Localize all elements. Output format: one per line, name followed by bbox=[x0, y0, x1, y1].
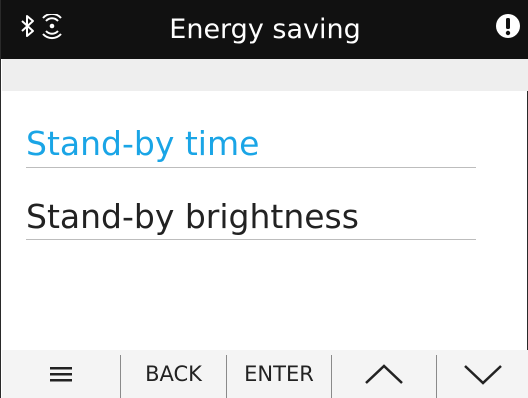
chevron-down-icon bbox=[463, 365, 502, 385]
device-screen: Energy saving Stand-by time Stand-by bri… bbox=[0, 0, 528, 398]
page-title: Energy saving bbox=[169, 14, 361, 45]
menu-item-standby-time[interactable]: Stand-by time bbox=[26, 116, 259, 171]
down-button[interactable] bbox=[437, 350, 528, 398]
menu-icon bbox=[50, 367, 72, 382]
menu-divider bbox=[26, 167, 476, 168]
alert-icon[interactable] bbox=[495, 13, 521, 39]
chevron-up-icon bbox=[365, 364, 403, 384]
menu-button[interactable] bbox=[2, 350, 120, 398]
enter-button[interactable]: ENTER bbox=[227, 350, 331, 398]
menu-divider bbox=[26, 239, 476, 240]
up-button[interactable] bbox=[332, 350, 436, 398]
header-bar: Energy saving bbox=[1, 0, 528, 59]
softkey-bar: BACK ENTER bbox=[2, 350, 528, 398]
back-button[interactable]: BACK bbox=[121, 350, 226, 398]
sub-header-bar bbox=[2, 59, 528, 91]
menu-item-standby-brightness[interactable]: Stand-by brightness bbox=[26, 189, 359, 244]
